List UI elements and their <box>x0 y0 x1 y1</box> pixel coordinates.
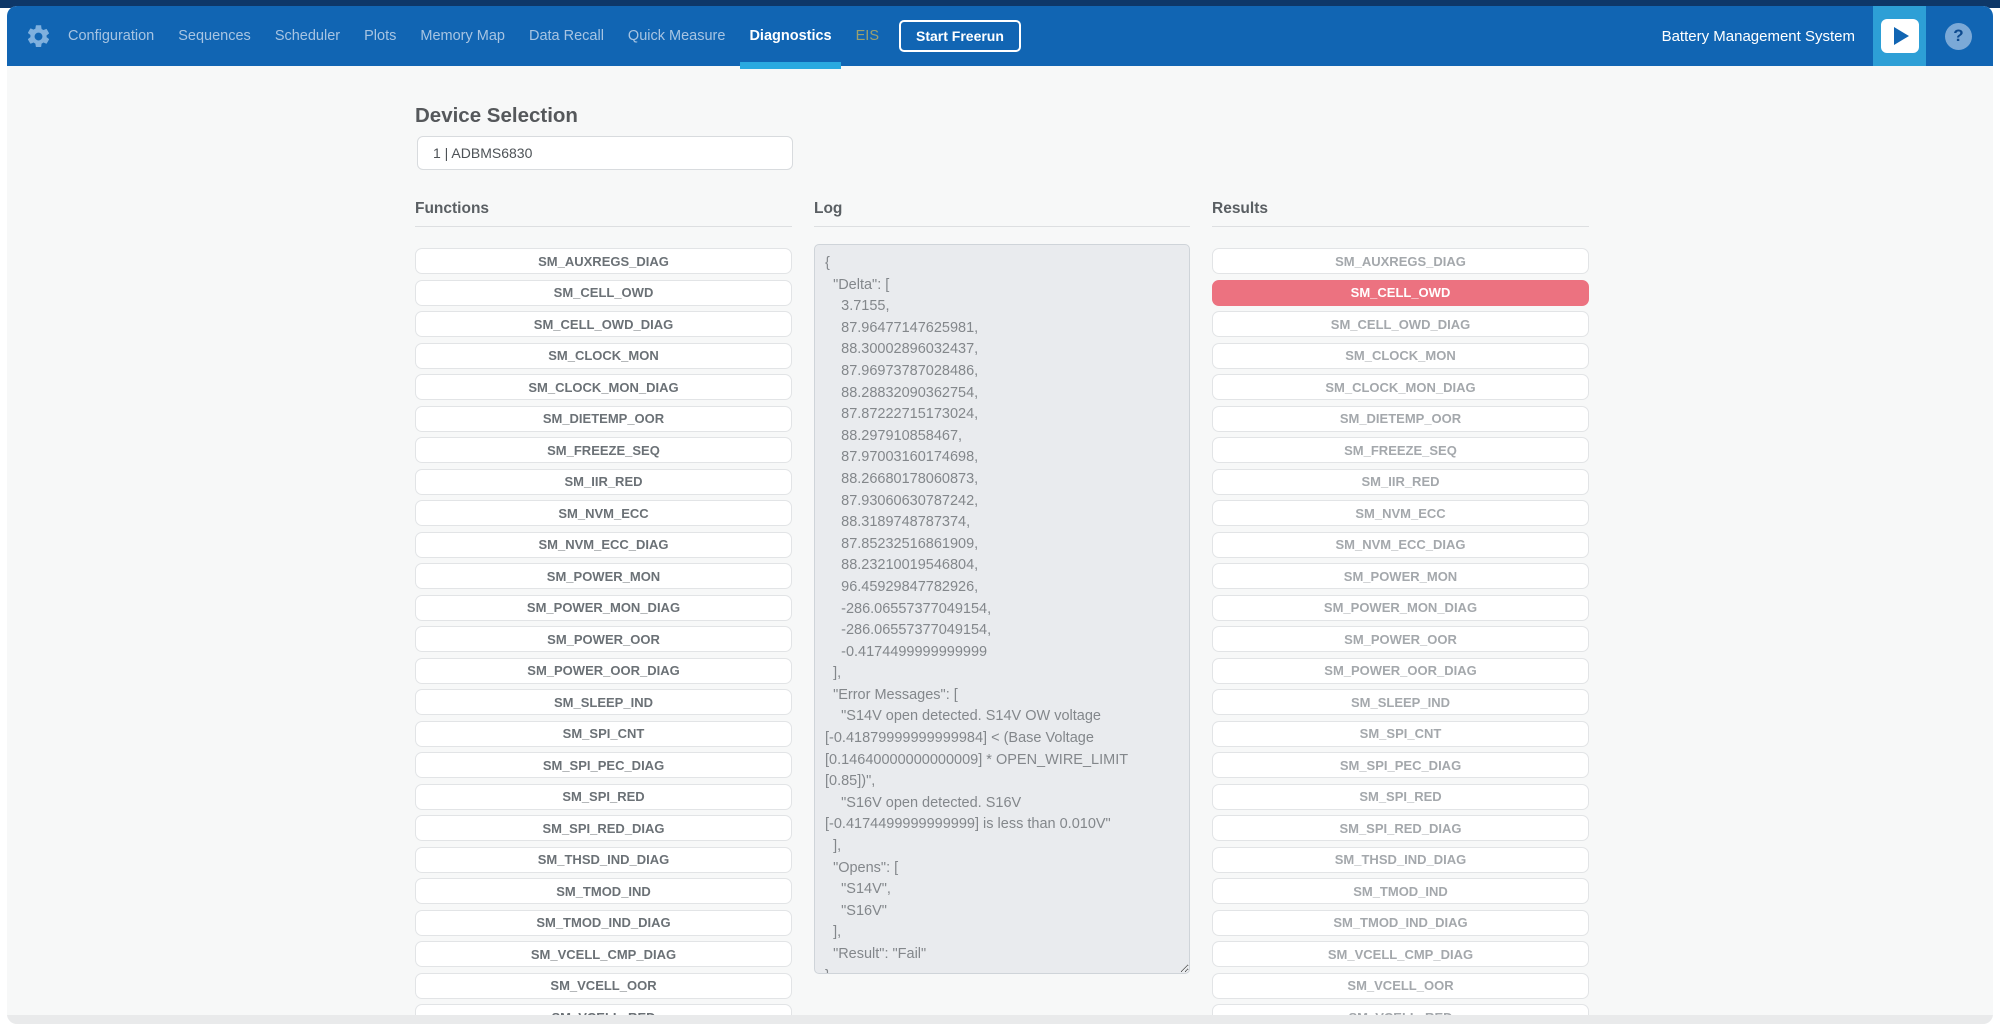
function-item[interactable]: SM_THSD_IND_DIAG <box>415 847 792 873</box>
page-title: Device Selection <box>415 104 578 128</box>
device-select[interactable]: 1 | ADBMS6830 <box>417 136 793 170</box>
function-item[interactable]: SM_SLEEP_IND <box>415 689 792 715</box>
function-item[interactable]: SM_POWER_OOR_DIAG <box>415 658 792 684</box>
result-item[interactable]: SM_POWER_OOR_DIAG <box>1212 658 1589 684</box>
help-icon[interactable]: ? <box>1945 23 1972 50</box>
results-heading: Results <box>1212 200 1589 222</box>
gear-icon[interactable] <box>25 23 52 50</box>
function-item[interactable]: SM_POWER_OOR <box>415 626 792 652</box>
functions-divider <box>415 226 792 227</box>
top-navbar: Configuration Sequences Scheduler Plots Memo… <box>7 6 1993 66</box>
function-item[interactable]: SM_SPI_RED_DIAG <box>415 815 792 841</box>
result-item[interactable]: SM_POWER_MON <box>1212 563 1589 589</box>
nav-item[interactable]: Sequences <box>178 6 251 66</box>
result-item[interactable]: SM_CLOCK_MON_DIAG <box>1212 374 1589 400</box>
nav-item[interactable]: Diagnostics <box>749 6 831 66</box>
functions-list: SM_AUXREGS_DIAG SM_CELL_OWD SM_CELL_OWD_DI… <box>415 248 792 1024</box>
function-item[interactable]: SM_POWER_MON <box>415 563 792 589</box>
function-item[interactable]: SM_CLOCK_MON_DIAG <box>415 374 792 400</box>
function-item[interactable]: SM_SPI_RED <box>415 784 792 810</box>
function-item[interactable]: SM_SPI_PEC_DIAG <box>415 752 792 778</box>
result-item[interactable]: SM_VCELL_CMP_DIAG <box>1212 941 1589 967</box>
result-item[interactable]: SM_SLEEP_IND <box>1212 689 1589 715</box>
log-textarea[interactable]: { "Delta": [ 3.7155, 87.96477147625981, … <box>814 244 1190 974</box>
log-column: Log { "Delta": [ 3.7155, 87.964771476259… <box>814 200 1190 974</box>
nav-item[interactable]: Memory Map <box>420 6 505 66</box>
result-item[interactable]: SM_POWER_MON_DIAG <box>1212 595 1589 621</box>
result-item[interactable]: SM_FREEZE_SEQ <box>1212 437 1589 463</box>
play-icon <box>1881 19 1919 53</box>
result-item[interactable]: SM_TMOD_IND <box>1212 878 1589 904</box>
result-item[interactable]: SM_IIR_RED <box>1212 469 1589 495</box>
nav-item[interactable]: Plots <box>364 6 396 66</box>
function-item[interactable]: SM_SPI_CNT <box>415 721 792 747</box>
function-item[interactable]: SM_AUXREGS_DIAG <box>415 248 792 274</box>
function-item[interactable]: SM_TMOD_IND <box>415 878 792 904</box>
result-item[interactable]: SM_THSD_IND_DIAG <box>1212 847 1589 873</box>
nav-menu: Configuration Sequences Scheduler Plots Memo… <box>68 6 879 66</box>
function-item[interactable]: SM_IIR_RED <box>415 469 792 495</box>
results-divider <box>1212 226 1589 227</box>
result-item[interactable]: SM_NVM_ECC <box>1212 500 1589 526</box>
nav-item[interactable]: Scheduler <box>275 6 340 66</box>
device-select-value: 1 | ADBMS6830 <box>433 145 532 161</box>
function-item[interactable]: SM_CELL_OWD_DIAG <box>415 311 792 337</box>
result-item[interactable]: SM_CELL_OWD <box>1212 280 1589 306</box>
result-item[interactable]: SM_SPI_RED_DIAG <box>1212 815 1589 841</box>
results-column: Results SM_AUXREGS_DIAG SM_CELL_OWD SM_CEL… <box>1212 200 1589 1024</box>
function-item[interactable]: SM_DIETEMP_OOR <box>415 406 792 432</box>
nav-item[interactable]: EIS <box>856 6 879 66</box>
function-item[interactable]: SM_CELL_OWD <box>415 280 792 306</box>
result-item[interactable]: SM_SPI_RED <box>1212 784 1589 810</box>
result-item[interactable]: SM_DIETEMP_OOR <box>1212 406 1589 432</box>
start-freerun-button[interactable]: Start Freerun <box>899 20 1021 52</box>
horizontal-scrollbar[interactable] <box>7 1015 1993 1024</box>
app-card: Configuration Sequences Scheduler Plots Memo… <box>7 6 1993 1024</box>
function-item[interactable]: SM_POWER_MON_DIAG <box>415 595 792 621</box>
result-item[interactable]: SM_POWER_OOR <box>1212 626 1589 652</box>
run-panel-button[interactable] <box>1873 6 1926 66</box>
function-item[interactable]: SM_NVM_ECC_DIAG <box>415 532 792 558</box>
functions-column: Functions SM_AUXREGS_DIAG SM_CELL_OWD SM_C… <box>415 200 792 1024</box>
app-title: Battery Management System <box>1662 28 1855 45</box>
result-item[interactable]: SM_TMOD_IND_DIAG <box>1212 910 1589 936</box>
result-item[interactable]: SM_CLOCK_MON <box>1212 343 1589 369</box>
play-triangle-icon <box>1894 27 1909 45</box>
nav-item[interactable]: Data Recall <box>529 6 604 66</box>
functions-heading: Functions <box>415 200 792 222</box>
results-list: SM_AUXREGS_DIAG SM_CELL_OWD SM_CELL_OWD_DI… <box>1212 248 1589 1024</box>
app-window: Configuration Sequences Scheduler Plots Memo… <box>0 0 2000 1024</box>
nav-item[interactable]: Quick Measure <box>628 6 726 66</box>
result-item[interactable]: SM_CELL_OWD_DIAG <box>1212 311 1589 337</box>
result-item[interactable]: SM_AUXREGS_DIAG <box>1212 248 1589 274</box>
nav-item[interactable]: Configuration <box>68 6 154 66</box>
function-item[interactable]: SM_VCELL_OOR <box>415 973 792 999</box>
result-item[interactable]: SM_SPI_CNT <box>1212 721 1589 747</box>
function-item[interactable]: SM_FREEZE_SEQ <box>415 437 792 463</box>
result-item[interactable]: SM_SPI_PEC_DIAG <box>1212 752 1589 778</box>
log-heading: Log <box>814 200 1190 222</box>
result-item[interactable]: SM_VCELL_OOR <box>1212 973 1589 999</box>
function-item[interactable]: SM_NVM_ECC <box>415 500 792 526</box>
function-item[interactable]: SM_CLOCK_MON <box>415 343 792 369</box>
function-item[interactable]: SM_VCELL_CMP_DIAG <box>415 941 792 967</box>
navbar-right-group: Battery Management System ? <box>1662 6 1993 66</box>
log-divider <box>814 226 1190 227</box>
function-item[interactable]: SM_TMOD_IND_DIAG <box>415 910 792 936</box>
result-item[interactable]: SM_NVM_ECC_DIAG <box>1212 532 1589 558</box>
